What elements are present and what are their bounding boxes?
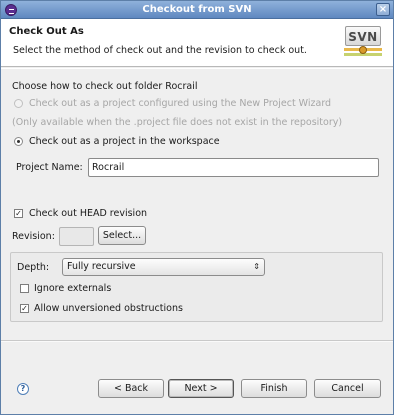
updown-arrow-icon: ⇕ [253,262,260,271]
radio-workspace-label[interactable]: Check out as a project in the workspace [29,136,220,147]
checkout-dialog: Checkout from SVN × Check Out As Select … [0,0,394,415]
revision-input[interactable] [59,227,94,246]
back-button[interactable]: < Back [98,379,164,398]
next-button-label: Next > [184,383,218,394]
page-description: Select the method of check out and the r… [13,45,307,56]
radio-wizard-note: (Only available when the .project file d… [12,117,343,128]
allow-unversioned-checkbox[interactable]: ✓ [20,304,29,313]
head-revision-checkbox[interactable]: ✓ [14,209,23,218]
finish-button-label: Finish [260,383,288,394]
radio-wizard [14,99,23,108]
options-group: Depth: Fully recursive ⇕ Ignore external… [10,252,383,322]
close-icon[interactable]: × [376,3,390,16]
depth-select-value: Fully recursive [67,261,136,272]
project-name-label: Project Name: [16,162,83,173]
next-button[interactable]: Next > [168,379,234,398]
svn-logo-text: SVN [345,26,381,46]
select-revision-button[interactable]: Select... [98,226,146,245]
ignore-externals-label[interactable]: Ignore externals [34,283,111,294]
svn-logo-icon: SVN [344,25,382,57]
back-button-label: < Back [113,383,149,394]
radio-wizard-label: Check out as a project configured using … [29,98,332,109]
head-revision-label[interactable]: Check out HEAD revision [29,208,147,219]
ignore-externals-checkbox[interactable] [20,284,29,293]
page-title: Check Out As [9,26,84,37]
title-bar[interactable]: Checkout from SVN × [1,1,393,19]
help-icon[interactable]: ? [17,383,29,395]
header-banner: Check Out As Select the method of check … [1,19,393,67]
select-revision-button-label: Select... [102,230,142,241]
cancel-button[interactable]: Cancel [314,379,381,398]
finish-button[interactable]: Finish [241,379,307,398]
revision-label: Revision: [12,231,55,242]
depth-select[interactable]: Fully recursive ⇕ [62,258,265,276]
eclipse-app-icon[interactable] [5,4,17,16]
cancel-button-label: Cancel [331,383,364,394]
checkout-prompt: Choose how to check out folder Rocrail [12,81,198,92]
allow-unversioned-label[interactable]: Allow unversioned obstructions [34,303,183,314]
project-name-input[interactable]: Rocrail [88,158,379,177]
depth-label: Depth: [17,262,50,273]
window-title: Checkout from SVN [142,4,252,15]
radio-workspace[interactable] [14,137,23,146]
